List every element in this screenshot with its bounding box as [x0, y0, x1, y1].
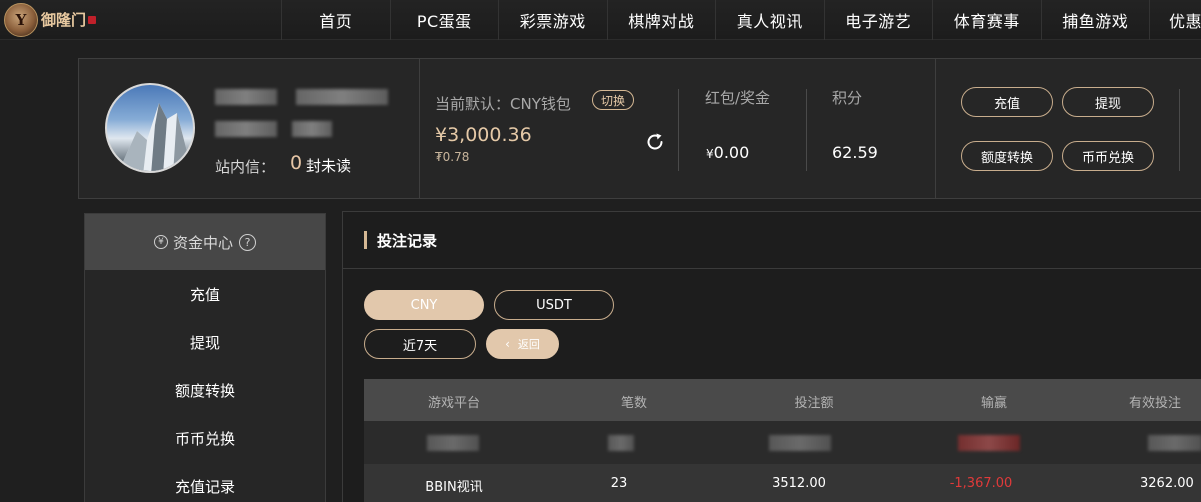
divider: [935, 59, 936, 198]
logo-badge: [88, 16, 97, 24]
credit-transfer-button[interactable]: 额度转换: [961, 141, 1053, 171]
nav-item-live-casino[interactable]: 真人视讯: [715, 0, 824, 40]
sidebar-item-deposit[interactable]: 充值: [85, 270, 325, 318]
bonus-currency: ¥: [706, 147, 714, 161]
vip-masked: [292, 121, 332, 137]
inbox-label: 站内信：: [215, 158, 276, 176]
coin-icon: ¥: [153, 235, 168, 249]
page-title: 投注记录: [377, 231, 438, 250]
sidebar-header-label: 资金中心: [172, 233, 233, 252]
sidebar-item-deposit-history[interactable]: 充值记录: [85, 462, 325, 502]
withdraw-button[interactable]: 提现: [1062, 87, 1154, 117]
divider: [1179, 89, 1180, 171]
bet-records-panel: 投注记录 CNY USDT 近7天 ‹ 返回 游戏平台 笔数 投注额 输赢 有效…: [342, 211, 1201, 502]
top-navigation: Y 御隆门 首页 PC蛋蛋 彩票游戏 棋牌对战 真人视讯 电子游艺 体育赛事 捕…: [0, 0, 1201, 40]
wallet-balance: ¥3,000.36: [435, 124, 532, 146]
coin-exchange-button[interactable]: 币币兑换: [1062, 141, 1154, 171]
nav-item-home[interactable]: 首页: [281, 0, 390, 40]
back-button[interactable]: ‹ 返回: [486, 329, 559, 359]
refresh-icon[interactable]: [644, 131, 666, 153]
switch-wallet-button[interactable]: 切换: [592, 90, 634, 110]
sidebar-item-credit-transfer[interactable]: 额度转换: [85, 366, 325, 414]
account-id-masked: [296, 89, 388, 105]
points-value: 62.59: [832, 143, 878, 162]
cell-platform: BBIN视讯: [425, 480, 483, 495]
logo-mark: Y: [4, 3, 38, 37]
inbox-count[interactable]: 0: [290, 152, 302, 174]
divider: [419, 59, 420, 198]
points-label: 积分: [832, 89, 863, 107]
bonus-value: ¥0.00: [706, 143, 749, 162]
masked-cell: [1148, 435, 1201, 451]
deposit-button[interactable]: 充值: [961, 87, 1053, 117]
cell-valid-bet: 3262.00: [1140, 476, 1194, 491]
sidebar-header: ¥ 资金中心 ?: [85, 214, 325, 270]
masked-cell: [608, 435, 634, 451]
site-logo[interactable]: Y 御隆门: [4, 2, 100, 38]
avatar-mountain-image: [118, 103, 192, 171]
nav-item-card-games[interactable]: 棋牌对战: [606, 0, 716, 40]
column-header: 游戏平台: [427, 396, 480, 411]
cell-win-loss: -1,367.00: [949, 476, 1013, 491]
account-summary-panel: 站内信： 0 封未读 当前默认：CNY钱包 切换 ¥3,000.36 ₮0.78…: [78, 58, 1201, 199]
sidebar-item-withdraw[interactable]: 提现: [85, 318, 325, 366]
column-header: 笔数: [620, 396, 647, 411]
column-header: 投注额: [794, 396, 834, 411]
nav-item-lottery[interactable]: 彩票游戏: [498, 0, 607, 40]
column-header: 有效投注: [1129, 396, 1182, 411]
masked-cell: [958, 435, 1020, 451]
wallet-label: 当前默认：CNY钱包: [435, 95, 571, 113]
funds-sidebar: ¥ 资金中心 ? 充值 提现 额度转换 币币兑换 充值记录: [84, 213, 326, 502]
table-row[interactable]: BBIN视讯 23 3512.00 -1,367.00 3262.00: [364, 464, 1201, 502]
bet-records-table: 游戏平台 笔数 投注额 输赢 有效投注 BBIN视讯 23 3512.00 -1…: [364, 379, 1201, 502]
tab-cny[interactable]: CNY: [364, 290, 484, 320]
logo-text: 御隆门: [41, 10, 87, 29]
column-header: 输赢: [980, 396, 1007, 411]
cell-bet-amount: 3512.00: [772, 476, 826, 491]
back-button-label: 返回: [517, 338, 540, 351]
nav-menu: 首页 PC蛋蛋 彩票游戏 棋牌对战 真人视讯 电子游艺 体育赛事 捕鱼游戏 优惠: [281, 0, 1201, 40]
cell-count: 23: [610, 476, 628, 491]
table-row-masked: [364, 421, 1201, 464]
tab-usdt[interactable]: USDT: [494, 290, 614, 320]
masked-cell: [427, 435, 479, 451]
bonus-amount: 0.00: [713, 143, 750, 162]
nav-item-pc-egg[interactable]: PC蛋蛋: [389, 0, 499, 40]
nav-item-fishing[interactable]: 捕鱼游戏: [1040, 0, 1150, 40]
level-masked: [215, 121, 277, 137]
nav-item-promotions[interactable]: 优惠: [1149, 0, 1201, 40]
sidebar-item-coin-exchange[interactable]: 币币兑换: [85, 414, 325, 462]
bonus-label: 红包/奖金: [705, 89, 771, 107]
help-icon[interactable]: ?: [239, 233, 256, 251]
inbox-unit: 封未读: [306, 157, 352, 175]
period-7-days-button[interactable]: 近7天: [364, 329, 476, 359]
nav-item-sports[interactable]: 体育赛事: [932, 0, 1041, 40]
divider: [806, 89, 807, 171]
title-accent-bar: [364, 231, 367, 249]
masked-cell: [769, 435, 831, 451]
table-header: 游戏平台 笔数 投注额 输赢 有效投注: [364, 379, 1201, 421]
username-masked: [215, 89, 277, 105]
avatar[interactable]: [105, 83, 195, 173]
panel-header: 投注记录: [343, 212, 1201, 269]
chevron-left-icon: ‹: [505, 337, 510, 351]
divider: [678, 89, 679, 171]
usdt-balance: ₮0.78: [435, 150, 470, 164]
nav-item-slots[interactable]: 电子游艺: [823, 0, 933, 40]
